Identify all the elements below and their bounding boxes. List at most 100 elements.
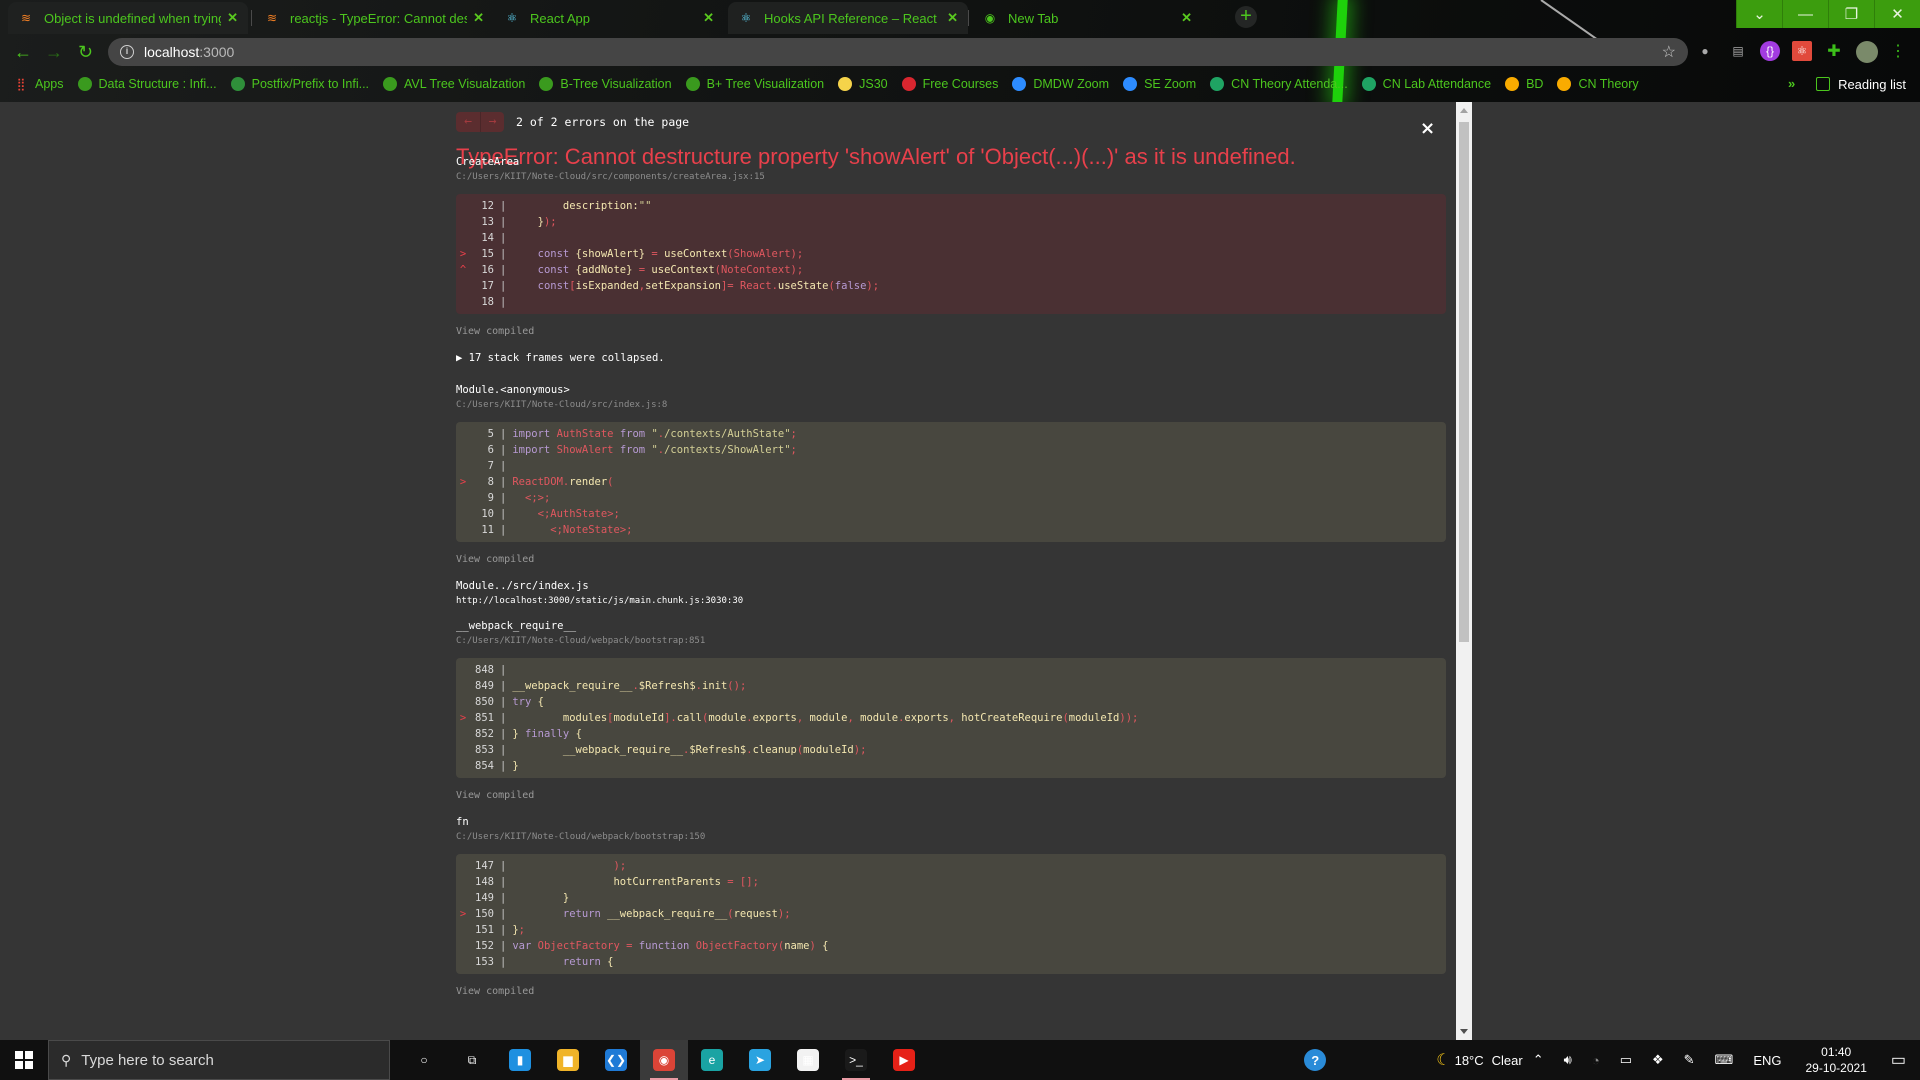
extensions-puzzle-icon[interactable]: ✚: [1824, 41, 1844, 61]
gutter-divider: |: [500, 524, 507, 536]
forward-button[interactable]: →: [45, 42, 63, 63]
tab-search-button[interactable]: ⌄: [1736, 0, 1782, 28]
close-tab-icon[interactable]: ✕: [947, 10, 958, 26]
taskbar-phone-button[interactable]: ▮: [496, 1040, 544, 1080]
bookmark-item[interactable]: CN Theory: [1557, 77, 1639, 91]
stack-frame-location[interactable]: C:/Users/KIIT/Note-Cloud/src/index.js:8: [456, 400, 667, 410]
bookmark-item[interactable]: CN Theory Attenda...: [1210, 77, 1348, 91]
weather-condition[interactable]: Clear: [1492, 1053, 1523, 1068]
bookmark-item[interactable]: DMDW Zoom: [1012, 77, 1109, 91]
collapsed-frames-toggle[interactable]: ▶ 17 stack frames were collapsed.: [456, 352, 665, 364]
bookmark-item[interactable]: BD: [1505, 77, 1543, 91]
dropbox-icon[interactable]: ❖: [1652, 1052, 1664, 1068]
bookmark-item[interactable]: Postfix/Prefix to Infi...: [230, 77, 370, 91]
view-compiled-link[interactable]: View compiled: [456, 554, 534, 565]
tab-react-app[interactable]: ⚛ React App ✕: [494, 2, 724, 34]
bookmark-item[interactable]: B+ Tree Visualization: [685, 77, 824, 91]
bookmark-star-icon[interactable]: ☆: [1662, 42, 1676, 62]
more-bookmarks-button[interactable]: »: [1788, 76, 1795, 91]
bookmark-item[interactable]: Free Courses: [901, 77, 999, 91]
weather-temperature[interactable]: 18°C: [1455, 1053, 1484, 1068]
bookmark-item[interactable]: B-Tree Visualization: [539, 77, 672, 91]
tab-stackoverflow-1[interactable]: ≋ Object is undefined when trying t ✕: [8, 2, 248, 34]
close-overlay-button[interactable]: ×: [1420, 118, 1435, 139]
back-button[interactable]: ←: [14, 42, 32, 63]
reading-list-button[interactable]: Reading list: [1816, 72, 1906, 96]
scroll-down-icon[interactable]: [1460, 1029, 1468, 1034]
menu-kebab-icon[interactable]: ⋮: [1888, 41, 1908, 61]
stack-frame-location[interactable]: C:/Users/KIIT/Note-Cloud/webpack/bootstr…: [456, 636, 705, 646]
site-info-icon[interactable]: i: [120, 45, 134, 59]
close-tab-icon[interactable]: ✕: [1181, 10, 1192, 26]
tab-manager-extension-icon[interactable]: ▤: [1728, 41, 1748, 61]
keyboard-icon[interactable]: ⌨: [1715, 1052, 1734, 1068]
meet-icon: [1505, 77, 1520, 91]
taskbar-search-box[interactable]: ⚲ Type here to search: [48, 1040, 390, 1080]
taskbar-chrome-button[interactable]: ◉: [640, 1040, 688, 1080]
bookmark-item[interactable]: ⣿ Apps: [14, 77, 64, 91]
tab-stackoverflow-2[interactable]: ≋ reactjs - TypeError: Cannot destru ✕: [254, 2, 494, 34]
scrollbar-thumb[interactable]: [1459, 122, 1469, 642]
help-icon[interactable]: ?: [1304, 1049, 1327, 1071]
taskbar-telegram-button[interactable]: ➤: [736, 1040, 784, 1080]
language-indicator[interactable]: ENG: [1753, 1053, 1781, 1068]
close-tab-icon[interactable]: ✕: [473, 10, 484, 26]
page-scrollbar[interactable]: [1456, 102, 1472, 1040]
bookmark-item[interactable]: CN Lab Attendance: [1361, 77, 1491, 91]
start-button[interactable]: [0, 1040, 48, 1080]
bug-extension-icon[interactable]: ●: [1695, 41, 1715, 61]
address-bar[interactable]: i localhost:3000 ☆: [108, 38, 1688, 66]
close-tab-icon[interactable]: ✕: [227, 10, 238, 26]
tab-hooks-api[interactable]: ⚛ Hooks API Reference – React ✕: [728, 2, 968, 34]
close-window-button[interactable]: ✕: [1874, 0, 1920, 28]
extension-purple-icon[interactable]: {}: [1760, 41, 1780, 61]
bookmark-item[interactable]: SE Zoom: [1123, 77, 1196, 91]
view-compiled-link[interactable]: View compiled: [456, 986, 534, 997]
clock[interactable]: 01:40 29-10-2021: [1805, 1044, 1866, 1076]
taskbar-vscode-button[interactable]: ❮❯: [592, 1040, 640, 1080]
taskbar-cortana-button[interactable]: ○: [400, 1040, 448, 1080]
stack-frame-location[interactable]: C:/Users/KIIT/Note-Cloud/webpack/bootstr…: [456, 832, 705, 842]
bookmark-item[interactable]: JS30: [838, 77, 888, 91]
code-line: 149 | }: [456, 890, 1446, 906]
bookmark-label: Free Courses: [922, 77, 999, 91]
stack-frame-location[interactable]: C:/Users/KIIT/Note-Cloud/src/components/…: [456, 172, 765, 182]
bookmark-item[interactable]: Data Structure : Infi...: [77, 77, 217, 91]
pen-icon[interactable]: ✎: [1684, 1052, 1695, 1068]
wifi-icon[interactable]: ◔: [1592, 1053, 1600, 1068]
show-hidden-icons-icon[interactable]: ⌃: [1533, 1052, 1544, 1068]
profile-avatar[interactable]: [1856, 41, 1878, 63]
taskbar-task-view-button[interactable]: ⧉: [448, 1040, 496, 1080]
bookmark-label: Postfix/Prefix to Infi...: [251, 77, 370, 91]
view-compiled-link[interactable]: View compiled: [456, 326, 534, 337]
taskbar-store-button[interactable]: ▦: [784, 1040, 832, 1080]
taskbar-file-explorer-button[interactable]: ▆: [544, 1040, 592, 1080]
stack-frame-location[interactable]: http://localhost:3000/static/js/main.chu…: [456, 596, 743, 606]
notifications-icon[interactable]: ▭: [1891, 1050, 1906, 1070]
close-tab-icon[interactable]: ✕: [703, 10, 714, 26]
reload-button[interactable]: ↻: [78, 42, 93, 63]
line-marker: >: [459, 476, 467, 488]
restore-button[interactable]: ❐: [1828, 0, 1874, 28]
volume-icon[interactable]: 🔊︎: [1564, 1052, 1572, 1068]
sheets-icon: [1361, 77, 1376, 91]
view-compiled-link[interactable]: View compiled: [456, 790, 534, 801]
bookmark-item[interactable]: AVL Tree Visualzation: [383, 77, 525, 91]
bookmark-label: Apps: [35, 77, 64, 91]
code-line: 849 | __webpack_require__.$Refresh$.init()…: [456, 678, 1446, 694]
scroll-up-icon[interactable]: [1460, 108, 1468, 113]
tab-new-tab[interactable]: ◉ New Tab ✕: [972, 2, 1202, 34]
taskbar-terminal-button[interactable]: >_: [832, 1040, 880, 1080]
line-code: var ObjectFactory = function ObjectFacto…: [512, 940, 829, 952]
taskbar-youtube-button[interactable]: ▶: [880, 1040, 928, 1080]
taskbar-edge-button[interactable]: e: [688, 1040, 736, 1080]
bookmark-label: SE Zoom: [1144, 77, 1197, 91]
battery-icon[interactable]: ▭: [1620, 1052, 1632, 1068]
sheets-icon: [1210, 77, 1225, 91]
previous-error-button[interactable]: ←: [456, 112, 480, 132]
next-error-button[interactable]: →: [480, 112, 504, 132]
windows-logo-icon: [15, 1051, 33, 1069]
minimize-button[interactable]: —: [1782, 0, 1828, 28]
react-devtools-extension-icon[interactable]: ⚛: [1792, 41, 1812, 61]
new-tab-button[interactable]: +: [1235, 6, 1257, 28]
